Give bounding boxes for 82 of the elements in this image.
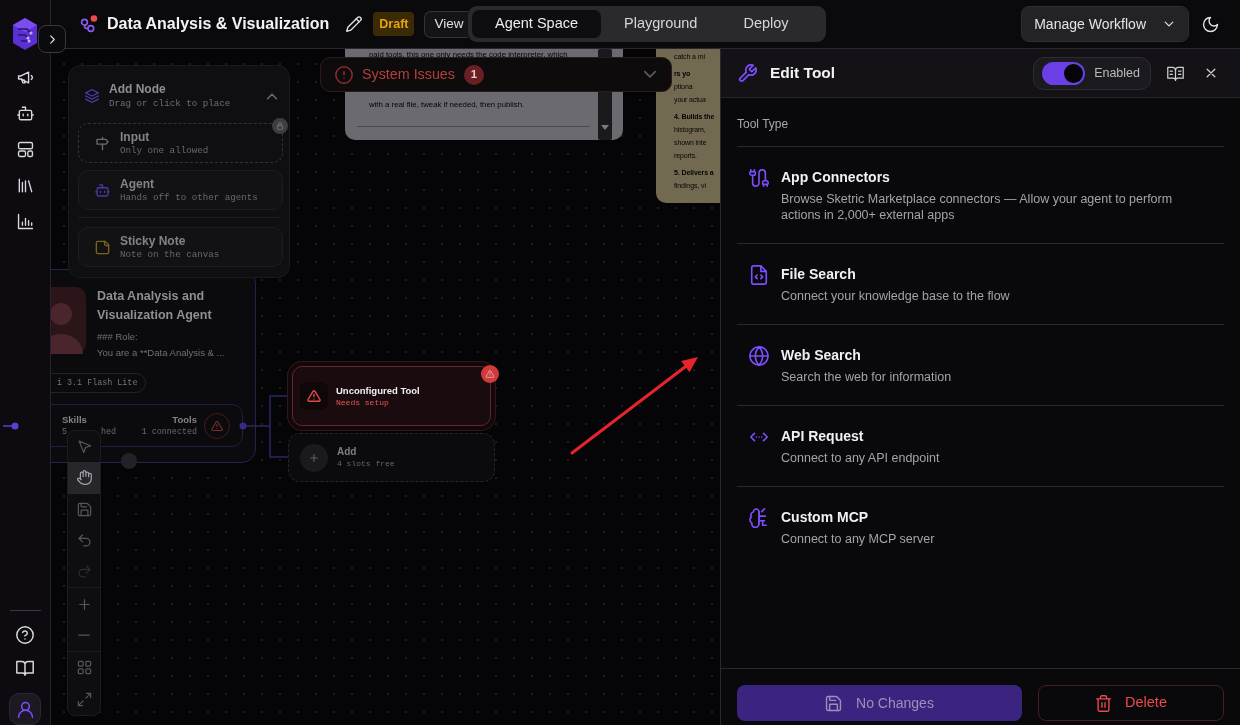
slots-status: 4 slots free <box>337 458 395 470</box>
robot-icon <box>16 104 34 122</box>
pointer-icon <box>76 439 92 455</box>
moon-icon <box>1202 15 1219 33</box>
book-icon <box>16 659 34 677</box>
warning-badge-icon <box>481 365 499 383</box>
cable-icon <box>749 168 769 188</box>
redo-icon <box>76 564 92 580</box>
issue-count: 1 <box>463 64 484 85</box>
workflow-icon <box>80 15 98 33</box>
panel-subtitle: Drag or click to place <box>109 97 231 110</box>
prompt-preview: You are a **Data Analysis & ... <box>97 346 226 360</box>
pencil-icon <box>346 16 363 32</box>
tool-type-option[interactable]: Custom MCP Connect to any MCP server <box>737 486 1224 567</box>
add-title: Add <box>337 445 358 458</box>
connection-dot-icon <box>239 422 247 430</box>
section-label: Tool Type <box>737 116 790 132</box>
tools-status: 1 connected <box>141 425 197 438</box>
robot-icon <box>94 182 110 198</box>
panel-title: Edit Tool <box>770 63 836 84</box>
expand-arrows-icon <box>76 691 92 707</box>
alert-icon <box>335 65 353 84</box>
logo-icon <box>12 17 38 51</box>
draft-status: Draft <box>373 11 415 37</box>
skills-label: Skills <box>62 413 88 426</box>
add-tool-node[interactable]: Add 4 slots free <box>288 433 495 482</box>
sticky-note-icon <box>94 239 110 255</box>
globe-icon <box>749 346 769 366</box>
toolbar-button[interactable] <box>68 462 100 494</box>
book-icon <box>1167 64 1184 82</box>
role-heading: ### Role: <box>97 330 139 344</box>
tab[interactable]: Playground <box>601 10 721 38</box>
library-icon <box>16 176 34 194</box>
node-type-option[interactable]: Sticky Note Note on the canvas <box>78 227 283 267</box>
switch-label: Enabled <box>1094 64 1140 82</box>
file-code-icon <box>749 265 769 285</box>
trash-icon <box>1095 694 1113 712</box>
lock-icon <box>272 118 288 134</box>
tab[interactable]: Agent Space <box>472 10 602 38</box>
brain-icon <box>749 508 769 528</box>
edit-title-button[interactable] <box>344 14 365 34</box>
agent-node[interactable]: Data Analysis and Visualization Agent ### Role: You are a **Data Analysis & ... i 3.1 Flash Lite Skills 5 hed Tools 1 connected <box>51 269 256 463</box>
tab[interactable]: Deploy <box>720 10 812 38</box>
skills-status: hed <box>101 426 117 437</box>
user-icon <box>16 700 34 718</box>
enabled-switch[interactable] <box>1042 61 1086 85</box>
tool-type-option[interactable]: Web Search Search the web for information <box>737 324 1224 405</box>
undo-icon <box>76 533 92 549</box>
edge-handle-icon <box>3 422 19 430</box>
connection-handle-icon <box>121 453 137 469</box>
megaphone-icon <box>16 68 34 86</box>
bar-chart-icon <box>16 212 34 230</box>
save-icon <box>825 694 843 712</box>
plus-icon <box>300 443 328 472</box>
help-icon <box>16 626 34 644</box>
tool-type-option[interactable]: App Connectors Browse Sketric Marketplace connectors — Allow your agent to perform actions in 2,000+ external apps <box>737 146 1224 243</box>
agent-name: Data Analysis and Visualization Agent <box>97 288 213 324</box>
hand-icon <box>76 470 92 486</box>
system-issues-menu[interactable]: System Issues 1 <box>320 57 672 92</box>
signpost-icon <box>94 135 110 151</box>
node-type-option[interactable]: Agent Hands off to other agents <box>78 170 283 210</box>
warning-icon <box>300 382 328 410</box>
layers-icon <box>85 89 99 103</box>
panel-title: Add Node <box>109 82 167 97</box>
layout-icon <box>16 140 34 158</box>
tool-title: Unconfigured Tool <box>336 383 420 397</box>
tool-status: Needs setup <box>336 396 390 409</box>
plus-icon <box>76 596 92 612</box>
grid-icon <box>76 660 92 676</box>
delete-button[interactable]: Delete <box>1038 685 1224 721</box>
tools-label: Tools <box>171 413 197 426</box>
wrench-icon <box>738 63 757 83</box>
manage-workflow-button[interactable]: Manage Workflow <box>1021 6 1189 42</box>
close-icon <box>1204 66 1218 80</box>
tool-type-option[interactable]: API Request Connect to any API endpoint <box>737 405 1224 486</box>
skills-status: 5 <box>62 426 68 437</box>
workflow-title: Data Analysis & Visualization <box>107 14 330 34</box>
view-button[interactable]: View <box>424 10 468 38</box>
profile-button[interactable] <box>9 693 41 725</box>
save-icon <box>76 501 92 517</box>
tool-type-option[interactable]: File Search Connect your knowledge base to the flow <box>737 243 1224 324</box>
minus-icon <box>78 634 90 637</box>
